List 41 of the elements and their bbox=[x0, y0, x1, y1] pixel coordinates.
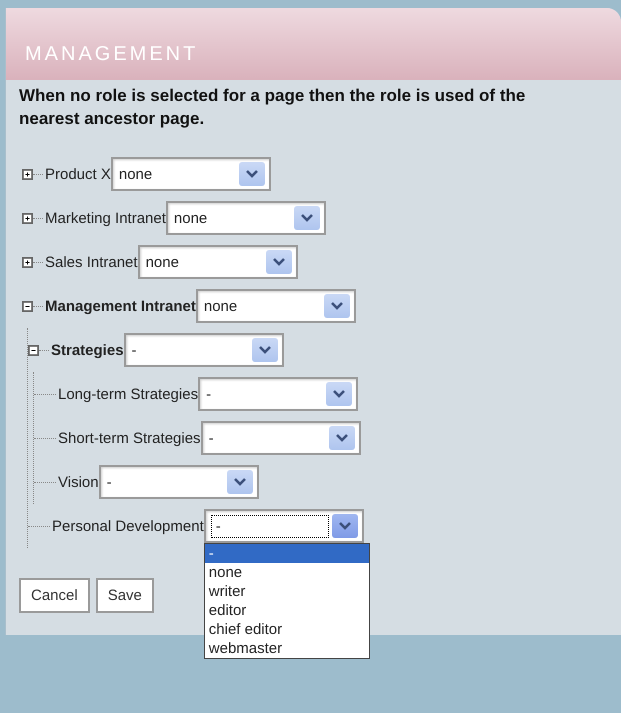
page-label: Short-term Strategies bbox=[58, 430, 201, 446]
chevron-down-icon bbox=[324, 294, 350, 318]
page-label: Strategies bbox=[51, 342, 124, 358]
panel-title: MANAGEMENT bbox=[25, 43, 198, 66]
dropdown-option[interactable]: webmaster bbox=[204, 639, 369, 658]
page-label: Product X bbox=[45, 166, 111, 182]
role-dropdown[interactable]: none bbox=[110, 157, 271, 191]
intro-text: When no role is selected for a page then the role is used of the nearest ancestor page. bbox=[18, 85, 526, 130]
chevron-down-icon bbox=[294, 206, 320, 230]
collapse-icon[interactable] bbox=[22, 300, 33, 312]
role-dropdown[interactable]: - bbox=[124, 333, 284, 367]
page-label: Vision bbox=[58, 474, 99, 490]
page-label: Long-term Strategies bbox=[58, 386, 198, 402]
dropdown-option[interactable]: editor bbox=[204, 601, 369, 620]
chevron-down-icon bbox=[326, 382, 352, 406]
role-dropdown[interactable]: none bbox=[138, 245, 298, 279]
role-dropdown[interactable]: - bbox=[198, 377, 358, 411]
dropdown-option[interactable]: chief editor bbox=[204, 620, 369, 639]
action-button[interactable]: Cancel bbox=[19, 578, 90, 613]
role-dropdown[interactable]: - bbox=[200, 421, 361, 455]
action-button[interactable]: Save bbox=[96, 578, 154, 613]
dropdown-option[interactable]: none bbox=[204, 563, 369, 582]
expand-icon[interactable] bbox=[22, 168, 33, 180]
chevron-down-icon bbox=[332, 514, 358, 538]
page-label: Marketing Intranet bbox=[45, 210, 166, 226]
page-label: Management Intranet bbox=[45, 298, 196, 314]
expand-icon[interactable] bbox=[22, 256, 33, 268]
expand-icon[interactable] bbox=[22, 212, 33, 224]
dropdown-option[interactable]: - bbox=[204, 544, 369, 563]
role-dropdown[interactable]: - bbox=[98, 465, 259, 499]
page-label: Sales Intranet bbox=[45, 254, 138, 270]
chevron-down-icon bbox=[252, 338, 278, 362]
dropdown-option[interactable]: writer bbox=[204, 582, 369, 601]
chevron-down-icon bbox=[328, 426, 355, 450]
chevron-down-icon bbox=[238, 162, 265, 186]
chevron-down-icon bbox=[226, 470, 253, 494]
collapse-icon[interactable] bbox=[28, 344, 39, 356]
role-dropdown[interactable]: none bbox=[196, 289, 356, 323]
chevron-down-icon bbox=[266, 250, 292, 274]
page-label: Personal Development bbox=[52, 518, 204, 534]
role-dropdown[interactable]: none bbox=[166, 201, 326, 235]
